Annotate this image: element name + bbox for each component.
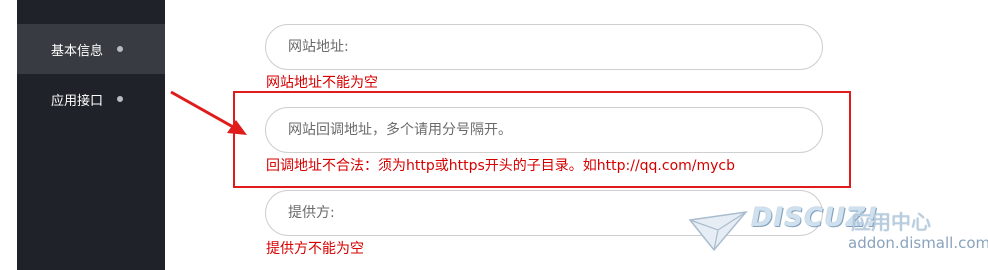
site-url-error: 网站地址不能为空 <box>266 75 378 91</box>
watermark: DISCUZ! 应用中心 addon.dismall.com <box>688 200 988 260</box>
watermark-label: 应用中心 <box>851 210 931 234</box>
watermark-domain: addon.dismall.com <box>848 234 988 252</box>
sidebar-item-app-interface[interactable]: 应用接口 <box>17 74 165 124</box>
arrow-icon <box>170 90 247 135</box>
sidebar-item-label: 应用接口 <box>51 93 104 109</box>
provider-error: 提供方不能为空 <box>266 241 364 257</box>
highlight-box <box>233 91 851 188</box>
paper-plane-icon <box>688 210 748 252</box>
sidebar-item-basic-info[interactable]: 基本信息 <box>17 24 165 74</box>
sidebar-item-label: 基本信息 <box>51 43 104 59</box>
site-url-input[interactable] <box>265 24 823 70</box>
dot-icon <box>117 46 124 52</box>
sidebar: 基本信息 应用接口 <box>17 0 165 270</box>
dot-icon <box>117 96 124 102</box>
